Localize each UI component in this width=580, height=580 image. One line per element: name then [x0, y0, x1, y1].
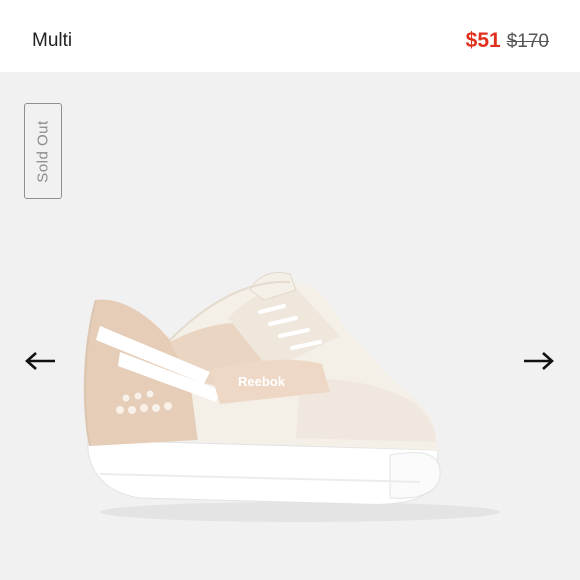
sale-price: $51 — [465, 29, 501, 52]
sold-out-label: Sold Out — [34, 119, 52, 183]
arrow-right-icon[interactable] — [523, 350, 555, 372]
price-group: $51 $170 — [466, 29, 549, 53]
sneaker-image: Reebok — [83, 272, 500, 522]
original-price: $170 — [506, 31, 549, 52]
logo-text: Reebok — [238, 374, 286, 389]
arrow-left-icon[interactable] — [24, 350, 56, 372]
listing-header: Multi $51 $170 — [0, 0, 580, 72]
sold-out-badge: Sold Out — [24, 103, 62, 199]
variant-label: Multi — [32, 30, 73, 51]
